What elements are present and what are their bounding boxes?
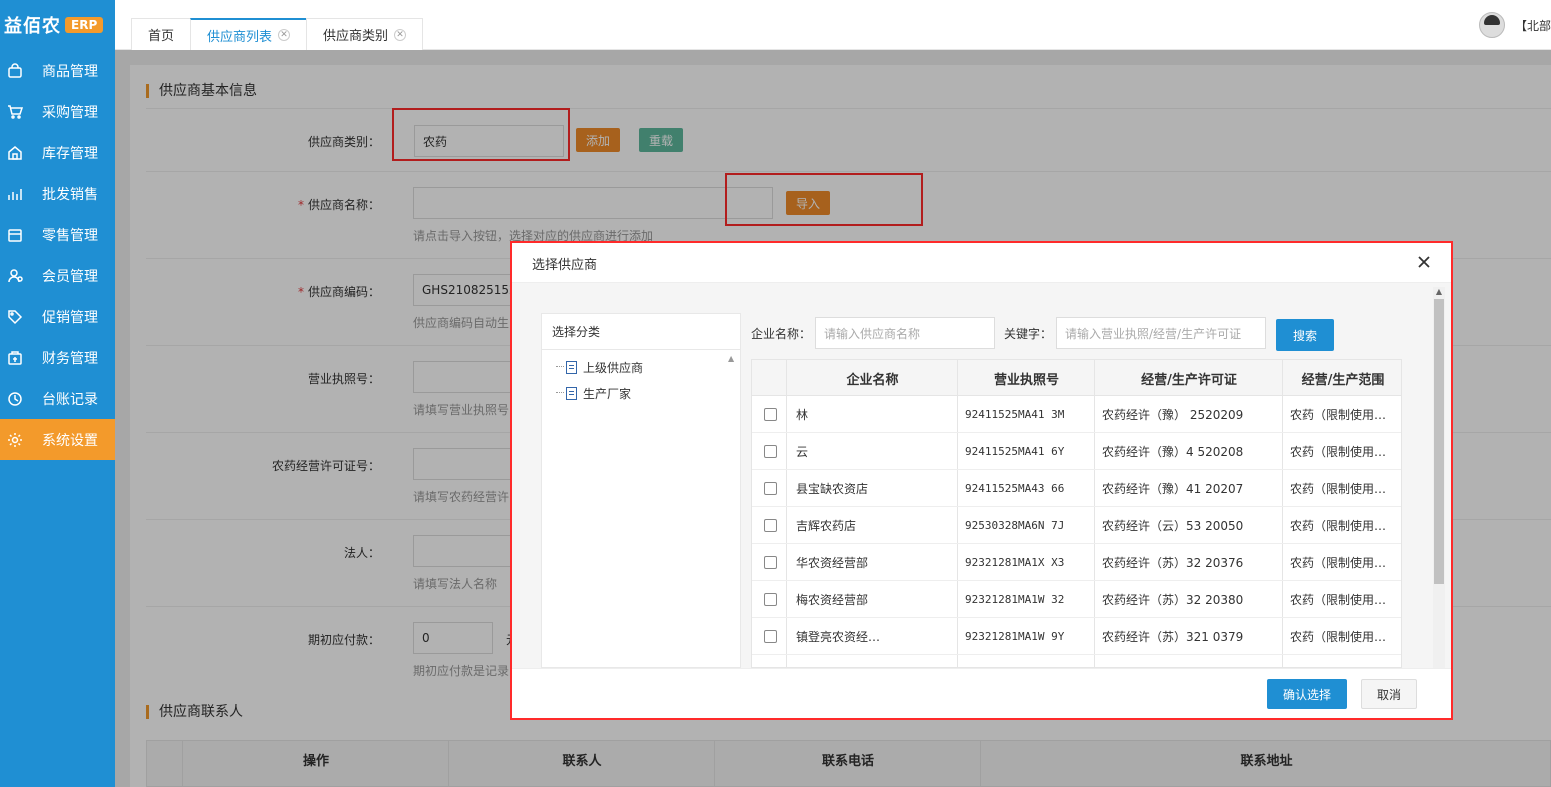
sidebar-item-members[interactable]: 会员管理 xyxy=(0,255,115,296)
highlight-dialog xyxy=(510,241,1453,720)
sidebar-item-settings[interactable]: 系统设置 xyxy=(0,419,115,460)
sidebar: 益佰农 ERP 商品管理 采购管理 库存管理 批发销售 零售管理 会员管理 促销… xyxy=(0,0,115,787)
sidebar-item-purchase[interactable]: 采购管理 xyxy=(0,91,115,132)
gear-icon xyxy=(6,431,24,449)
chart-icon xyxy=(6,185,24,203)
clock-icon xyxy=(6,390,24,408)
brand-name: 益佰农 xyxy=(4,16,61,37)
sidebar-item-label: 零售管理 xyxy=(42,227,98,244)
tab-supplier-category[interactable]: 供应商类别 ✕ xyxy=(306,18,424,50)
brand-badge: ERP xyxy=(65,17,104,33)
sidebar-item-label: 系统设置 xyxy=(42,432,98,449)
avatar[interactable] xyxy=(1478,12,1505,38)
tab-label: 供应商类别 xyxy=(323,29,389,44)
member-icon xyxy=(6,267,24,285)
sidebar-item-finance[interactable]: 财务管理 xyxy=(0,337,115,378)
finance-icon xyxy=(6,349,24,367)
tag-icon xyxy=(6,308,24,326)
warehouse-icon xyxy=(6,144,24,162)
close-icon[interactable]: ✕ xyxy=(394,28,407,41)
tab-bar: 首页 供应商列表 ✕ 供应商类别 ✕ xyxy=(131,18,424,50)
close-icon[interactable]: ✕ xyxy=(278,29,291,41)
sidebar-item-label: 批发销售 xyxy=(42,186,98,203)
sidebar-item-wholesale[interactable]: 批发销售 xyxy=(0,173,115,214)
tab-supplier-list[interactable]: 供应商列表 ✕ xyxy=(190,18,308,50)
bag-icon xyxy=(6,62,24,80)
tab-home[interactable]: 首页 xyxy=(131,18,192,50)
cart-icon xyxy=(6,103,24,121)
top-bar: 首页 供应商列表 ✕ 供应商类别 ✕ 【北部 xyxy=(115,0,1551,50)
sidebar-item-label: 商品管理 xyxy=(42,63,98,80)
sidebar-item-label: 促销管理 xyxy=(42,309,98,326)
sidebar-item-label: 采购管理 xyxy=(42,104,98,121)
sidebar-item-retail[interactable]: 零售管理 xyxy=(0,214,115,255)
store-icon xyxy=(6,226,24,244)
sidebar-item-label: 库存管理 xyxy=(42,145,98,162)
tab-label: 首页 xyxy=(148,29,175,44)
sidebar-item-label: 财务管理 xyxy=(42,350,98,367)
sidebar-item-ledger[interactable]: 台账记录 xyxy=(0,378,115,419)
sidebar-item-inventory[interactable]: 库存管理 xyxy=(0,132,115,173)
user-name: 【北部 xyxy=(1514,18,1551,33)
user-menu[interactable]: 【北部 xyxy=(1478,12,1551,38)
sidebar-item-label: 台账记录 xyxy=(42,391,98,408)
tab-label: 供应商列表 xyxy=(207,29,273,45)
brand-logo: 益佰农 ERP xyxy=(0,0,115,50)
sidebar-item-label: 会员管理 xyxy=(42,268,98,285)
sidebar-item-promotion[interactable]: 促销管理 xyxy=(0,296,115,337)
sidebar-item-goods[interactable]: 商品管理 xyxy=(0,50,115,91)
